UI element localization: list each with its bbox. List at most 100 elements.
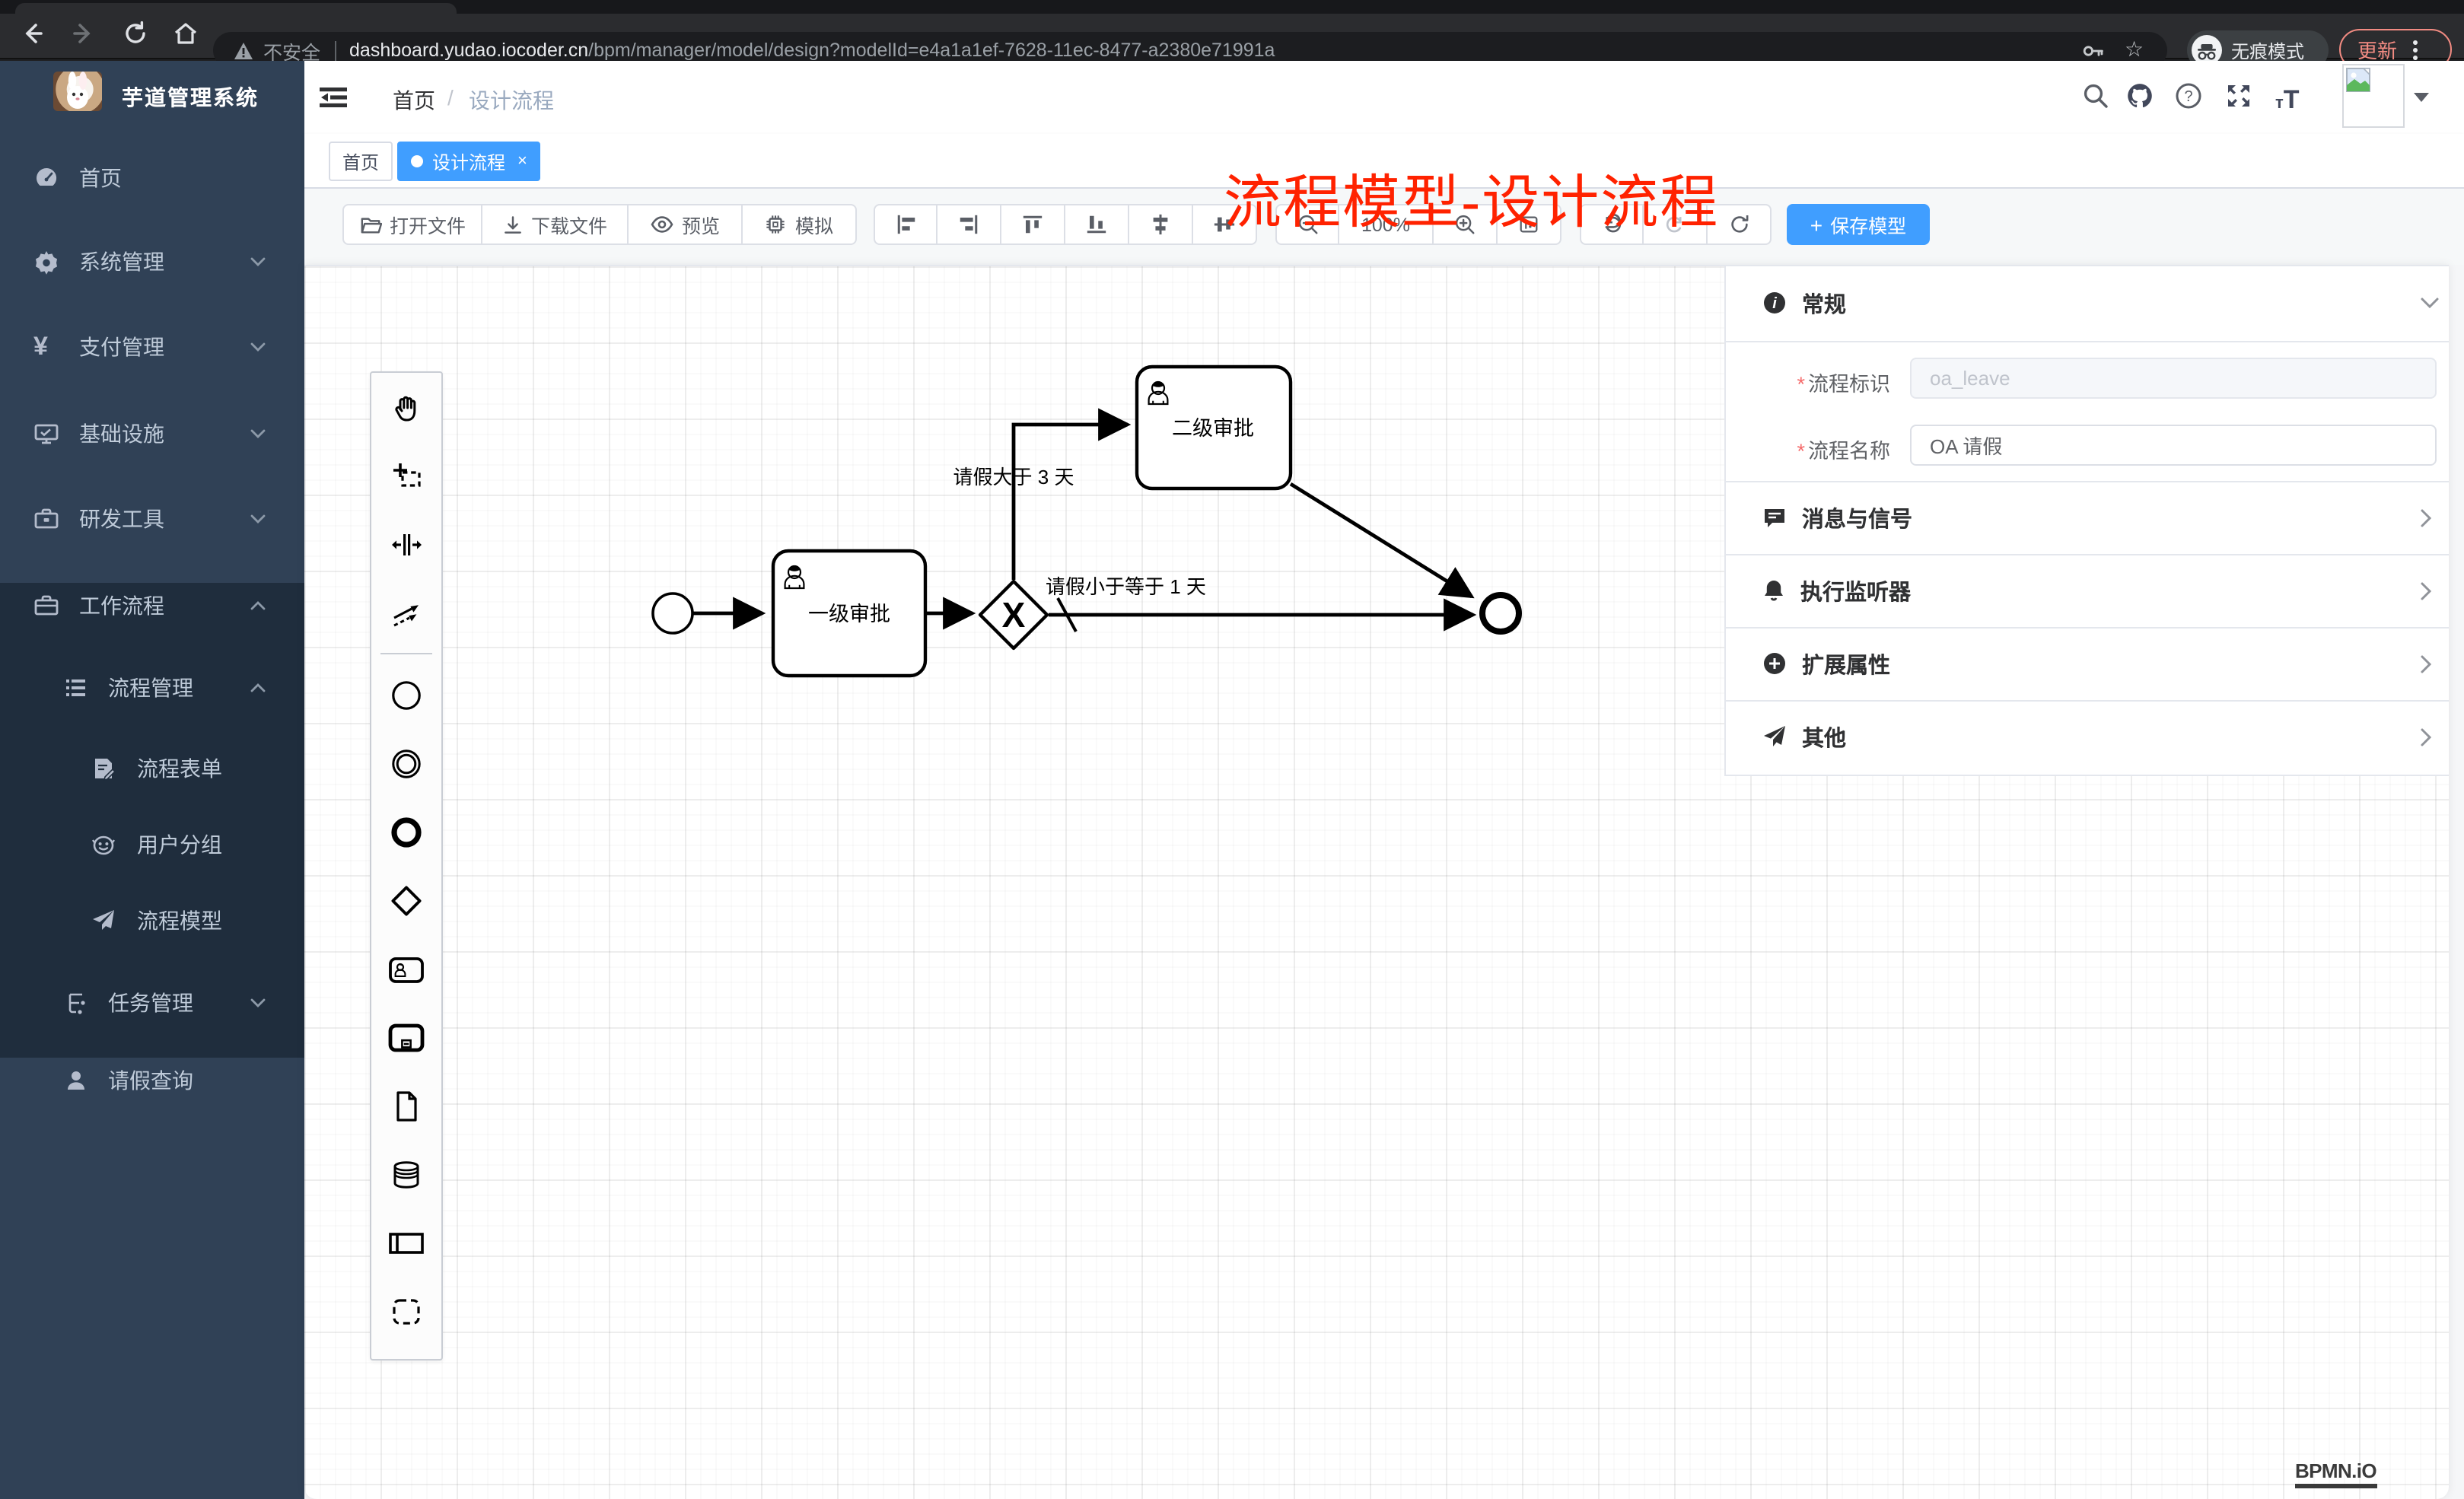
- sidebar-item-label: 工作流程: [79, 590, 164, 621]
- url-host[interactable]: dashboard.yudao.iocoder.cn: [349, 40, 588, 61]
- open-file-button[interactable]: 打开文件: [342, 204, 482, 245]
- download-file-button[interactable]: 下载文件: [482, 204, 629, 245]
- save-model-button[interactable]: + 保存模型: [1787, 204, 1930, 245]
- sidebar-item-process-mgmt[interactable]: 流程管理: [0, 654, 304, 721]
- fullscreen-icon[interactable]: [2225, 82, 2252, 110]
- align-horizontal-center-button[interactable]: [1129, 204, 1193, 245]
- align-left-button[interactable]: [874, 204, 938, 245]
- sidebar-item-payment[interactable]: ¥ 支付管理: [0, 313, 304, 380]
- github-icon[interactable]: [2125, 81, 2155, 111]
- section-other[interactable]: 其他: [1726, 700, 2449, 773]
- sidebar-item-leave-query[interactable]: 请假查询: [0, 1047, 304, 1114]
- svg-text:?: ?: [2184, 88, 2192, 105]
- chevron-right-icon[interactable]: [2420, 727, 2434, 746]
- chevron-down-icon: [250, 997, 266, 1009]
- bpmn-io-logo[interactable]: BPMN.iO: [2295, 1459, 2376, 1488]
- bookmark-star-icon[interactable]: ☆: [2125, 37, 2144, 62]
- process-key-input[interactable]: oa_leave: [1910, 358, 2437, 399]
- edge-label-gt3[interactable]: 请假大于 3 天: [953, 466, 1074, 489]
- screen: 不安全 dashboard.yudao.iocoder.cn/bpm/manag…: [0, 0, 2464, 1499]
- browser-chrome: 不安全 dashboard.yudao.iocoder.cn/bpm/manag…: [0, 0, 2464, 61]
- folder-open-icon: [359, 214, 382, 235]
- process-name-input[interactable]: OA 请假: [1910, 425, 2437, 466]
- breadcrumb-home[interactable]: 首页: [393, 85, 435, 116]
- key-icon[interactable]: [2082, 40, 2105, 62]
- chevron-right-icon[interactable]: [2420, 654, 2434, 673]
- tab-label: 设计流程: [432, 148, 505, 174]
- sidebar-item-infra[interactable]: 基础设施: [0, 400, 304, 467]
- section-general[interactable]: i 常规: [1726, 265, 2449, 341]
- chevron-down-icon[interactable]: [2420, 296, 2440, 310]
- back-icon[interactable]: [18, 20, 46, 47]
- font-size-icon[interactable]: тT: [2275, 85, 2300, 116]
- avatar-caret-icon[interactable]: [2414, 93, 2429, 102]
- chevron-up-icon: [250, 682, 266, 694]
- bpmn-canvas[interactable]: 一级审批 X: [304, 265, 2449, 1499]
- exclusive-gateway[interactable]: X: [980, 581, 1047, 648]
- search-icon[interactable]: [2082, 82, 2109, 110]
- start-event[interactable]: [653, 594, 692, 633]
- forward-icon[interactable]: [70, 20, 97, 47]
- sidebar-item-label: 请假查询: [108, 1065, 193, 1096]
- chevron-right-icon[interactable]: [2420, 581, 2434, 600]
- url-path[interactable]: /bpm/manager/model/design?modelId=e4a1a1…: [588, 40, 1275, 61]
- flow-gateway-to-task2[interactable]: [1014, 425, 1128, 580]
- simulate-button[interactable]: 模拟: [743, 204, 857, 245]
- tab-close-icon[interactable]: ×: [517, 153, 527, 170]
- chip-icon: [765, 213, 788, 236]
- svg-text:X: X: [1002, 595, 1026, 635]
- reload-icon[interactable]: [122, 20, 149, 47]
- tab-home[interactable]: 首页: [329, 142, 393, 181]
- form-edit-icon: [91, 756, 116, 781]
- sidebar-item-process-model[interactable]: 流程模型: [0, 887, 304, 954]
- align-horizontal-center-icon: [1149, 213, 1172, 236]
- tab-design-process[interactable]: 设计流程 ×: [397, 142, 541, 181]
- app-logo: [53, 72, 102, 111]
- sidebar-item-system[interactable]: 系统管理: [0, 228, 304, 295]
- browser-menu-icon[interactable]: [2412, 37, 2418, 62]
- main-area: 首页 / 设计流程 ? тT: [304, 61, 2464, 1499]
- sidebar-item-home[interactable]: 首页: [0, 145, 304, 212]
- sidebar-item-label: 用户分组: [137, 829, 222, 860]
- app-logo-row[interactable]: 芋道管理系统: [0, 61, 304, 131]
- svg-text:一级审批: 一级审批: [808, 603, 890, 625]
- info-icon: i: [1762, 291, 1787, 315]
- task-level2-approve[interactable]: 二级审批: [1137, 367, 1291, 489]
- flow-task2-to-end[interactable]: [1291, 484, 1472, 597]
- edge-label-le1[interactable]: 请假小于等于 1 天: [1046, 575, 1206, 598]
- sidebar-collapse-icon[interactable]: [320, 84, 347, 111]
- refresh-icon: [1727, 213, 1751, 236]
- help-icon[interactable]: ?: [2175, 82, 2202, 110]
- section-extended-attributes[interactable]: 扩展属性: [1726, 627, 2449, 700]
- align-right-button[interactable]: [938, 204, 1001, 245]
- tab-label: 首页: [342, 148, 379, 174]
- sidebar-item-devtools[interactable]: 研发工具: [0, 485, 304, 552]
- sidebar-item-process-form[interactable]: 流程表单: [0, 735, 304, 802]
- update-label[interactable]: 更新: [2357, 35, 2397, 64]
- sidebar-item-task-mgmt[interactable]: 任务管理: [0, 969, 304, 1036]
- download-icon: [502, 214, 524, 235]
- chevron-right-icon[interactable]: [2420, 508, 2434, 527]
- section-message-signal[interactable]: 消息与信号: [1726, 481, 2449, 554]
- end-event[interactable]: [1482, 595, 1519, 632]
- chevron-down-icon: [250, 428, 266, 440]
- breadcrumb-separator: /: [447, 85, 454, 110]
- user-icon: [64, 1068, 88, 1093]
- align-bottom-button[interactable]: [1065, 204, 1129, 245]
- security-warning-icon[interactable]: [233, 40, 254, 60]
- align-top-icon: [1021, 213, 1044, 236]
- home-icon[interactable]: [172, 20, 199, 47]
- paper-plane-icon: [91, 909, 116, 933]
- sidebar-item-user-group[interactable]: 用户分组: [0, 811, 304, 878]
- section-execution-listener[interactable]: 执行监听器: [1726, 554, 2449, 627]
- app-page: 芋道管理系统 首页 系统管理 ¥ 支付管理: [0, 61, 2464, 1499]
- bell-icon: [1762, 578, 1785, 603]
- dashboard-icon: [33, 165, 59, 191]
- align-top-button[interactable]: [1001, 204, 1065, 245]
- sidebar-item-label: 流程模型: [137, 905, 222, 936]
- sidebar-item-workflow[interactable]: 工作流程: [0, 572, 304, 639]
- task-level1-approve[interactable]: 一级审批: [773, 551, 925, 676]
- avatar[interactable]: [2342, 64, 2405, 128]
- preview-button[interactable]: 预览: [629, 204, 743, 245]
- align-left-icon: [894, 213, 917, 236]
